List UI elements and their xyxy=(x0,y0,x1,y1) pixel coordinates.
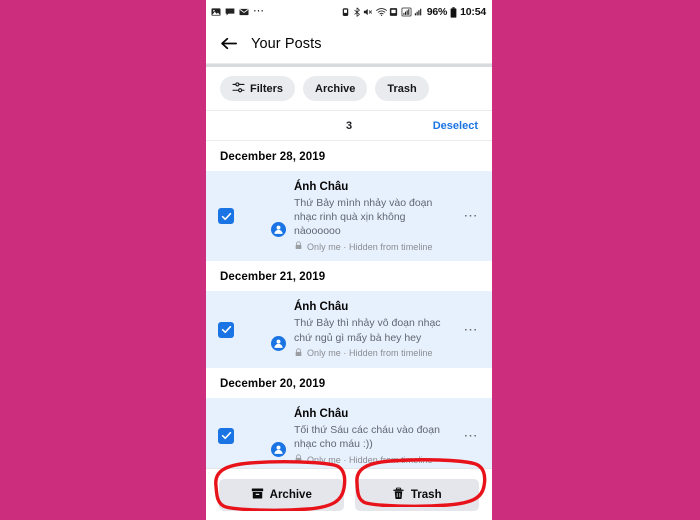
chip-trash-label: Trash xyxy=(387,82,417,95)
phone-screen: ⋯ 96% 10:54 Your Posts Filters Archive T… xyxy=(206,0,492,520)
battery-icon xyxy=(450,6,457,18)
person-icon xyxy=(269,220,288,240)
post-row[interactable]: Ánh Châu Thứ Bảy mình nhảy vào đoạn nhạc… xyxy=(206,171,492,262)
post-content: Ánh Châu Thứ Bảy mình nhảy vào đoạn nhạc… xyxy=(294,180,451,252)
archive-box-icon xyxy=(251,487,264,503)
overflow-dots-icon[interactable]: ⋯ xyxy=(460,428,482,444)
post-privacy: Only me · Hidden from timeline xyxy=(294,241,449,252)
post-privacy: Only me · Hidden from timeline xyxy=(294,348,449,359)
trash-button[interactable]: Trash xyxy=(354,478,479,511)
chat-bubble-icon xyxy=(225,7,235,17)
wifi-icon xyxy=(375,7,387,17)
post-text: Thứ Bảy thì nhảy vô đoạn nhạc chứ ngủ gì… xyxy=(294,317,441,344)
post-checkbox[interactable] xyxy=(218,321,234,338)
post-row[interactable]: Ánh Châu Thứ Bảy thì nhảy vô đoạn nhạc c… xyxy=(206,291,492,368)
lock-icon xyxy=(294,348,303,359)
post-content: Ánh Châu Thứ Bảy thì nhảy vô đoạn nhạc c… xyxy=(294,300,451,358)
signal-bars-icon xyxy=(401,7,412,17)
photo-icon xyxy=(211,7,221,17)
battery-percent-label: 96% xyxy=(426,6,448,18)
status-bar-notifications: ⋯ xyxy=(211,4,265,20)
chip-trash[interactable]: Trash xyxy=(375,76,429,101)
post-text: Thứ Bảy mình nhảy vào đoạn nhạc rinh quà… xyxy=(294,196,433,238)
post-row[interactable]: Ánh Châu Tối thứ Sáu các cháu vào đoạn n… xyxy=(206,397,492,468)
post-privacy-label: Only me · Hidden from timeline xyxy=(307,454,433,465)
post-checkbox[interactable] xyxy=(218,427,234,444)
post-content: Ánh Châu Tối thứ Sáu các cháu vào đoạn n… xyxy=(294,407,451,465)
post-author: Ánh Châu xyxy=(294,407,349,420)
date-header: December 21, 2019 xyxy=(206,261,492,292)
lock-icon xyxy=(294,241,303,252)
chip-archive[interactable]: Archive xyxy=(303,76,368,101)
avatar[interactable] xyxy=(243,415,288,459)
mute-icon xyxy=(363,7,373,17)
bottom-action-bar: Archive Trash xyxy=(206,468,492,520)
lock-icon xyxy=(294,454,303,465)
page-title: Your Posts xyxy=(251,35,322,52)
status-bar-system: 96% 10:54 xyxy=(341,6,486,18)
arrow-left-icon[interactable] xyxy=(220,36,237,51)
date-header: December 28, 2019 xyxy=(206,141,492,171)
post-text: Tối thứ Sáu các cháu vào đoạn nhạc cho m… xyxy=(294,423,440,450)
deselect-button[interactable]: Deselect xyxy=(433,120,478,132)
filter-chip-row: Filters Archive Trash xyxy=(206,67,492,111)
avatar[interactable] xyxy=(243,309,288,353)
chip-archive-label: Archive xyxy=(315,82,356,95)
posts-list[interactable]: December 28, 2019 Ánh Châu Thứ Bảy mình … xyxy=(206,141,492,468)
trash-button-label: Trash xyxy=(410,488,442,501)
trash-can-icon xyxy=(392,487,405,503)
chip-filters[interactable]: Filters xyxy=(220,76,296,101)
post-author: Ánh Châu xyxy=(294,181,349,193)
date-header: December 20, 2019 xyxy=(206,367,492,398)
bluetooth-icon xyxy=(353,7,361,17)
chip-filters-label: Filters xyxy=(250,82,284,95)
overflow-dots-icon[interactable]: ⋯ xyxy=(460,208,482,224)
post-privacy-label: Only me · Hidden from timeline xyxy=(307,241,433,252)
archive-button-label: Archive xyxy=(269,488,312,501)
avatar[interactable] xyxy=(243,195,288,240)
post-checkbox[interactable] xyxy=(218,208,234,225)
post-author: Ánh Châu xyxy=(294,301,349,314)
post-privacy-label: Only me · Hidden from timeline xyxy=(307,348,433,359)
person-icon xyxy=(269,333,288,353)
overflow-dots-icon[interactable]: ⋯ xyxy=(460,322,482,338)
sim-card-icon xyxy=(389,7,398,17)
signal-bars-secondary-icon xyxy=(414,7,423,17)
app-bar: Your Posts xyxy=(206,24,492,64)
envelope-icon xyxy=(239,7,249,17)
alarm-icon xyxy=(341,7,350,17)
overflow-dots-icon: ⋯ xyxy=(253,5,265,17)
tune-sliders-icon xyxy=(232,81,245,97)
post-privacy: Only me · Hidden from timeline xyxy=(294,454,449,465)
person-icon xyxy=(269,439,288,459)
status-bar: ⋯ 96% 10:54 xyxy=(206,0,492,24)
archive-button[interactable]: Archive xyxy=(219,478,344,511)
clock-label: 10:54 xyxy=(460,6,486,18)
selection-bar: 3 Deselect xyxy=(206,111,492,141)
